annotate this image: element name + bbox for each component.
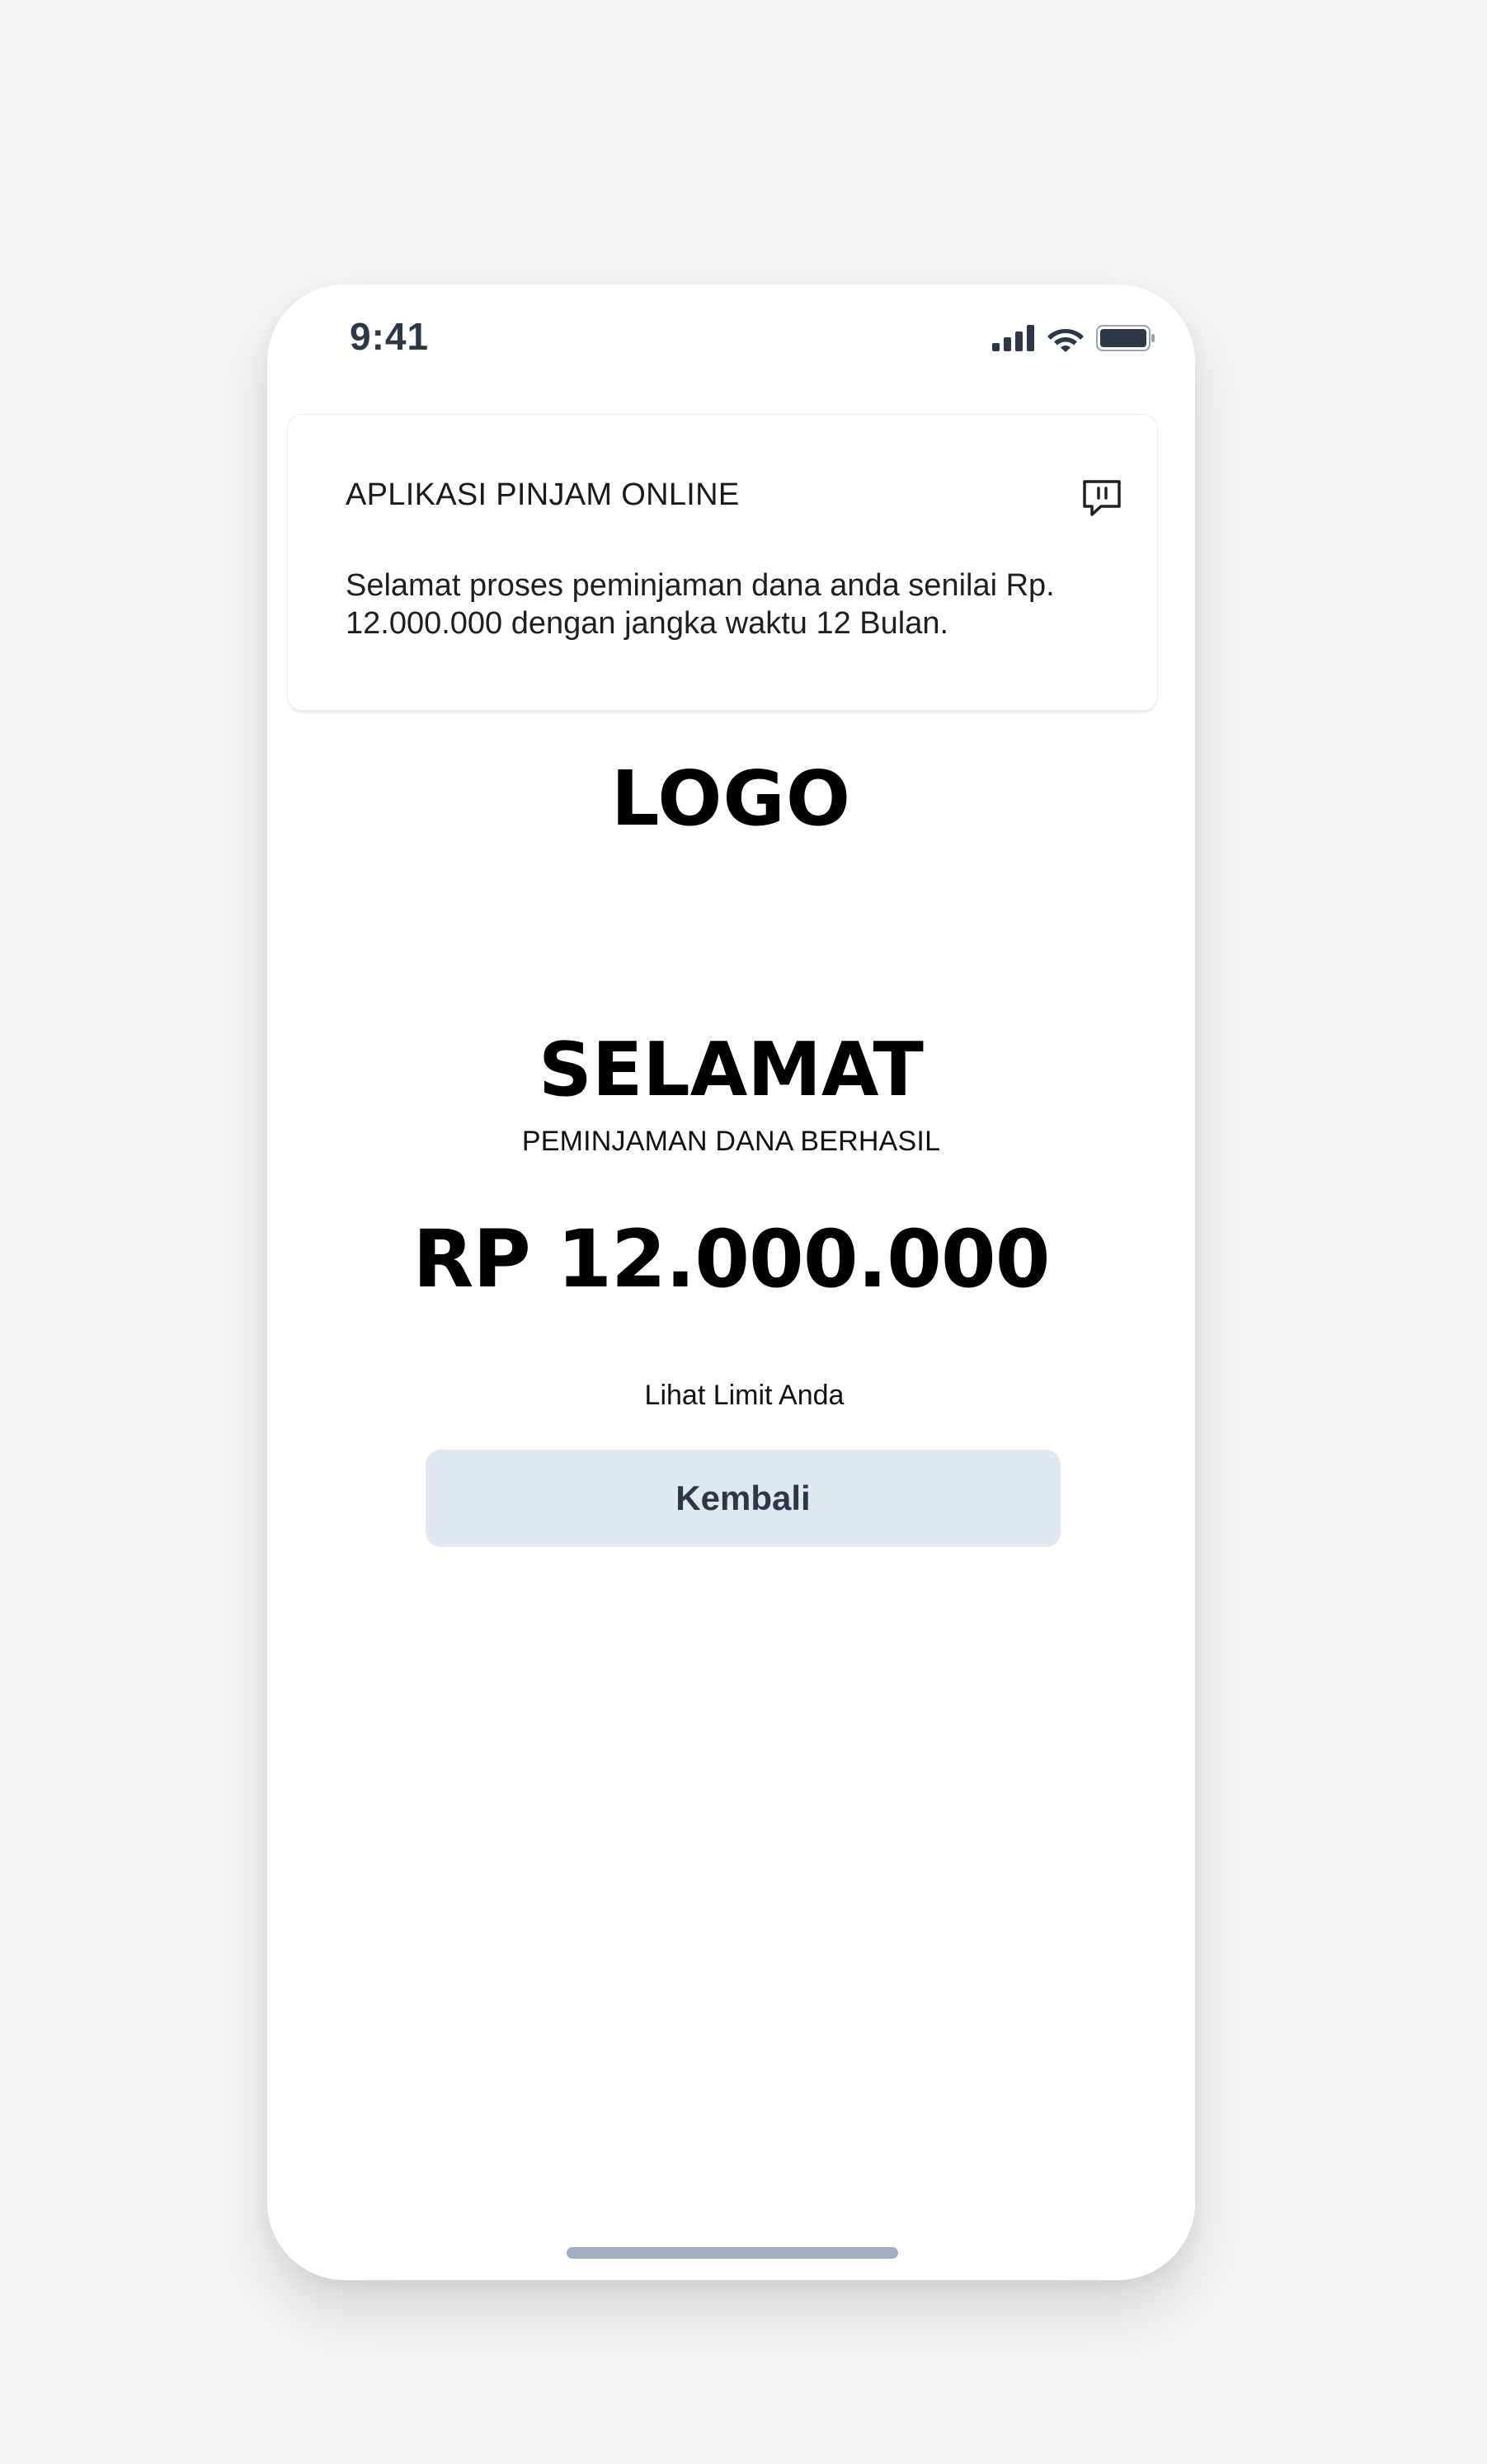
battery-icon (1096, 325, 1155, 351)
back-button[interactable]: Kembali (426, 1450, 1061, 1547)
success-subtitle: PEMINJAMAN DANA BERHASIL (521, 1126, 941, 1157)
notification-title: APLIKASI PINJAM ONLINE (346, 477, 740, 512)
notification-body: Selamat proses peminjaman dana anda seni… (346, 568, 1055, 641)
signal-icon (992, 325, 1034, 351)
logo: LOGO (610, 755, 852, 843)
status-icons (992, 324, 1155, 352)
phone-screen: 9:41 APLIKASI PINJAM ONLINE Selamat pros… (267, 284, 1195, 2280)
notification-card[interactable]: APLIKASI PINJAM ONLINE Selamat proses pe… (287, 414, 1158, 711)
loan-amount: RP 12.000.000 (412, 1213, 1050, 1305)
status-bar: 9:41 (267, 284, 1195, 400)
view-limit-link[interactable]: Lihat Limit Anda (267, 1380, 1195, 1412)
page-title: SELAMAT (539, 1027, 924, 1113)
status-time: 9:41 (350, 315, 430, 358)
chat-pause-icon[interactable] (1081, 477, 1122, 519)
wifi-icon (1047, 329, 1084, 352)
home-indicator[interactable] (567, 2247, 898, 2259)
